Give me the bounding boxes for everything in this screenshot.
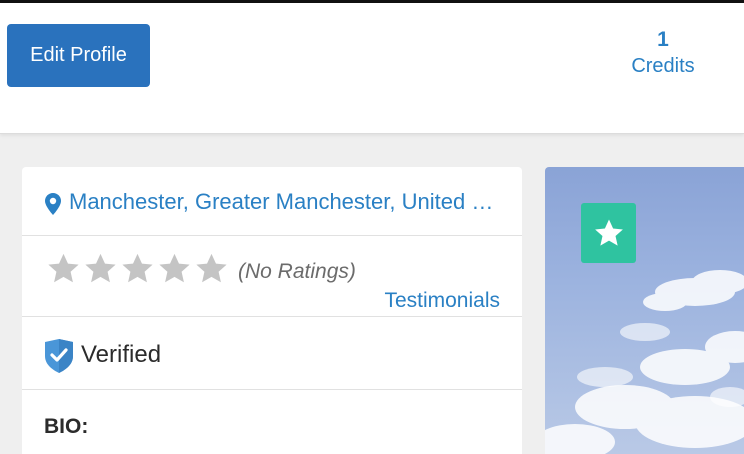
ratings-row: (No Ratings) Testimonials (22, 236, 522, 317)
shield-check-icon (45, 339, 73, 373)
star-icon (594, 219, 623, 246)
no-ratings-text: (No Ratings) (238, 260, 356, 283)
verified-label: Verified (81, 341, 162, 368)
favorite-button[interactable] (581, 203, 636, 263)
testimonials-link[interactable]: Testimonials (384, 289, 500, 313)
star-icon (48, 253, 79, 283)
profile-info-card: Manchester, Greater Manchester, United K… (22, 167, 522, 454)
map-pin-icon (45, 193, 61, 215)
credits-count: 1 (657, 28, 669, 51)
star-icon (159, 253, 190, 283)
sky-clouds-image (545, 270, 744, 454)
credits-label: Credits (631, 55, 695, 77)
location-row: Manchester, Greater Manchester, United K… (22, 167, 522, 236)
star-icon (85, 253, 116, 283)
bio-row: BIO: (22, 390, 522, 454)
profile-header: Edit Profile 1 Credits (0, 3, 744, 134)
star-icon (196, 253, 227, 283)
edit-profile-button[interactable]: Edit Profile (7, 24, 150, 87)
rating-stars (45, 250, 230, 287)
bio-label: BIO: (44, 415, 89, 438)
star-icon (122, 253, 153, 283)
verified-row: Verified (22, 317, 522, 390)
credits-counter[interactable]: 1 Credits (610, 27, 716, 79)
location-link[interactable]: Manchester, Greater Manchester, United K… (69, 189, 501, 215)
profile-photo (545, 167, 744, 454)
